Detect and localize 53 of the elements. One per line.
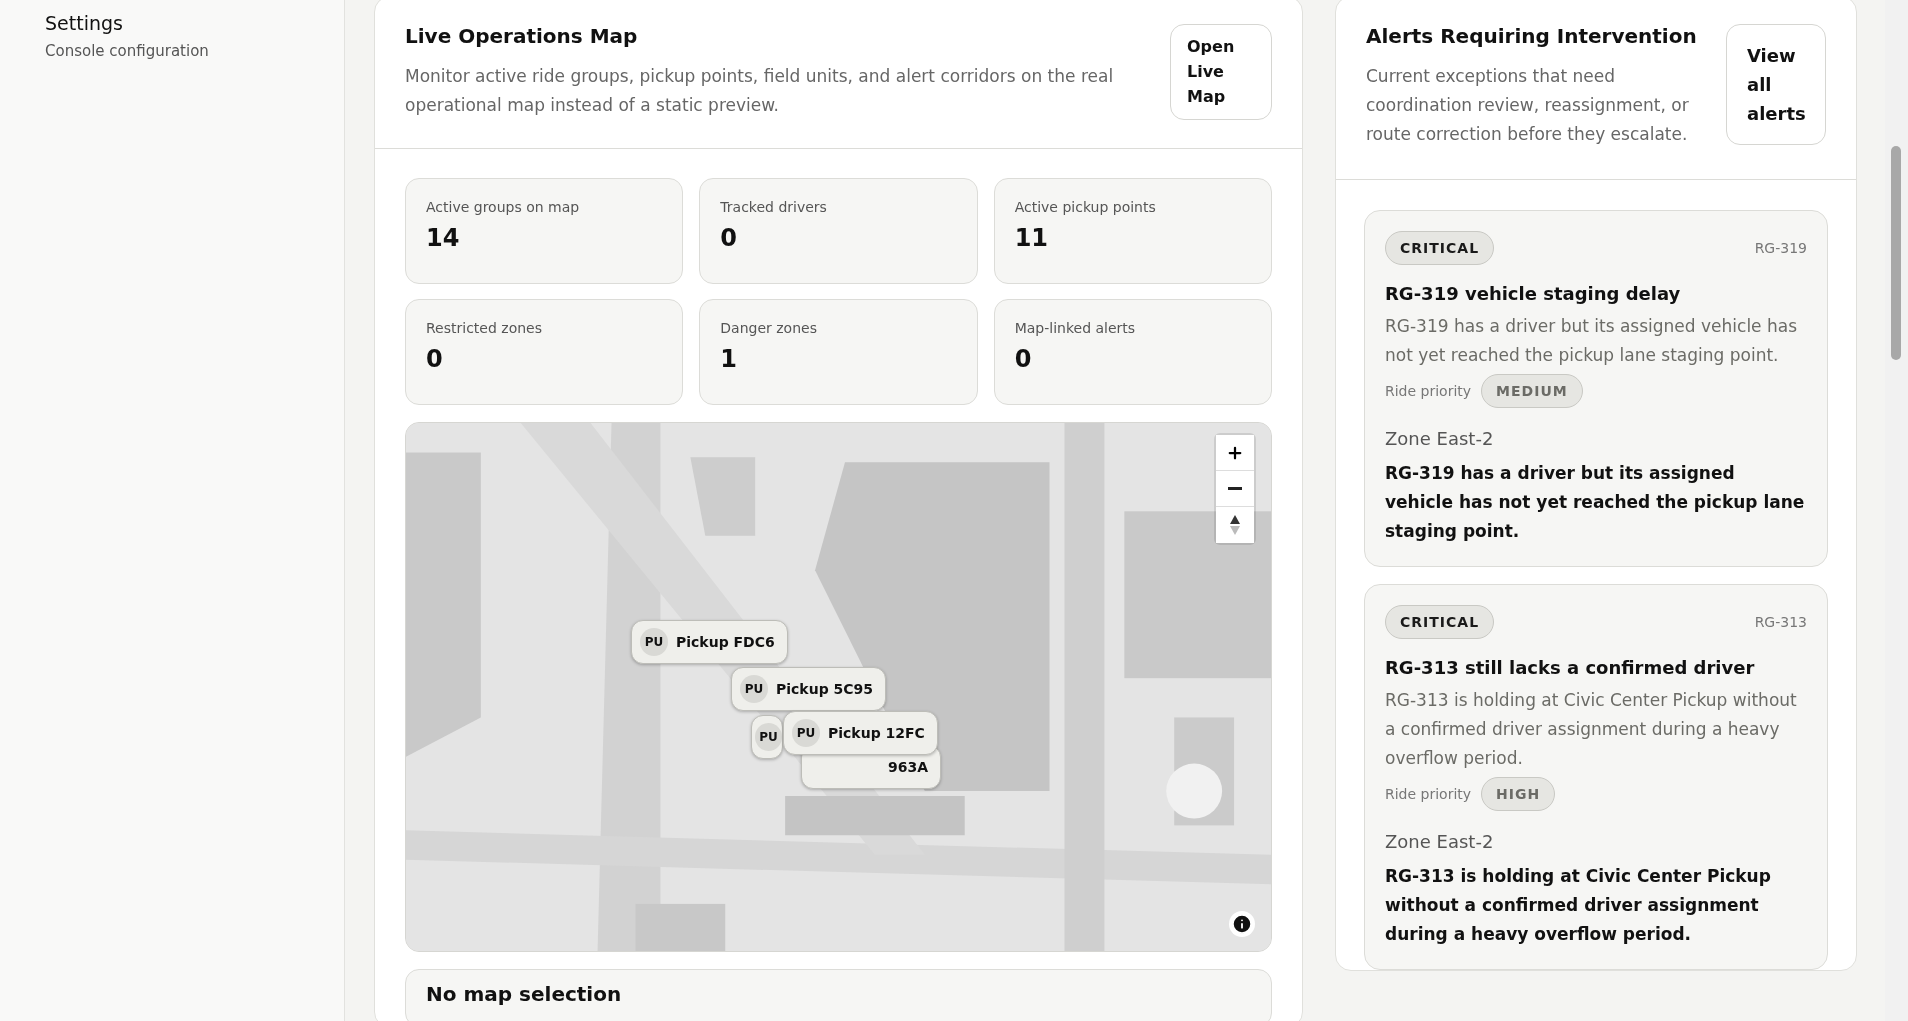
pickup-marker[interactable]: PU Pickup 5C95 — [731, 667, 887, 712]
stat-label: Active pickup points — [1014, 199, 1157, 216]
stat-value: 0 — [720, 224, 739, 253]
marker-badge: PU — [740, 675, 768, 704]
open-live-map-button[interactable]: Open Live Map — [1170, 24, 1272, 121]
marker-label: Pickup FDC6 — [676, 634, 775, 651]
pickup-marker[interactable]: PU Pickup 12FC — [783, 711, 938, 756]
severity-tag: CRITICAL — [1385, 231, 1495, 265]
minus-icon — [1228, 487, 1242, 491]
stat-value: 1 — [720, 345, 739, 374]
alert-id: RG-313 — [1754, 614, 1807, 630]
alert-detail: RG-319 has a driver but its assigned vehicle has not yet reached the pickup lane staging point. — [1385, 462, 1806, 543]
stat-value: 0 — [426, 345, 444, 374]
severity-tag: CRITICAL — [1385, 605, 1495, 639]
stat-label: Tracked drivers — [720, 199, 828, 216]
stat-label: Danger zones — [720, 320, 818, 337]
stat-value: 0 — [1014, 345, 1033, 374]
view-all-alerts-button[interactable]: View all alerts — [1726, 24, 1826, 145]
stat-label: Active groups on map — [426, 199, 581, 216]
alert-zone: Zone East-2 — [1385, 428, 1495, 449]
marker-label: Pickup 12FC — [828, 725, 925, 742]
sidebar-subtitle: Console configuration — [45, 42, 210, 60]
marker-badge: PU — [755, 723, 782, 752]
pickup-marker[interactable]: PU Pickup FDC6 — [631, 620, 788, 665]
stat-value: 11 — [1014, 224, 1050, 253]
panel-description: Current exceptions that need coordination review, reassignment, or route correction before they escalate. — [1366, 65, 1690, 146]
marker-label: 963A — [887, 759, 928, 776]
marker-badge: PU — [640, 628, 668, 657]
priority-label: Ride priority — [1385, 786, 1472, 802]
priority-tag: MEDIUM — [1481, 374, 1583, 408]
alert-detail: RG-313 is holding at Civic Center Pickup without a confirmed driver assignment during a heavy overflow period. — [1385, 865, 1772, 946]
alert-description: RG-313 is holding at Civic Center Pickup without a confirmed driver assignment during a heavy overflow period. — [1385, 689, 1798, 770]
panel-description: Monitor active ride groups, pickup points, field units, and alert corridors on the real operational map instead of a static preview. — [405, 65, 1115, 117]
stat-label: Map-linked alerts — [1014, 320, 1137, 337]
alert-zone: Zone East-2 — [1385, 831, 1495, 852]
sidebar-title: Settings — [45, 12, 124, 34]
panel-title: Alerts Requiring Intervention — [1366, 24, 1698, 48]
priority-label: Ride priority — [1385, 383, 1472, 399]
alert-title: RG-319 vehicle staging delay — [1385, 283, 1682, 304]
alert-description: RG-319 has a driver but its assigned vehicle has not yet reached the pickup lane staging point. — [1385, 315, 1799, 367]
priority-tag: HIGH — [1481, 777, 1556, 811]
zoom-in-button[interactable] — [1216, 435, 1254, 472]
panel-title: Live Operations Map — [405, 24, 639, 48]
pickup-marker[interactable]: PU — [751, 715, 783, 760]
alert-id: RG-319 — [1754, 240, 1807, 256]
stat-label: Restricted zones — [426, 320, 543, 337]
marker-badge: PU — [792, 719, 820, 748]
selection-title: No map selection — [426, 982, 623, 1007]
stat-value: 14 — [426, 224, 461, 253]
alert-title: RG-313 still lacks a confirmed driver — [1385, 657, 1756, 678]
marker-label: Pickup 5C95 — [776, 681, 874, 698]
scroll-thumb[interactable] — [1891, 146, 1901, 360]
compass-icon — [1229, 514, 1241, 537]
